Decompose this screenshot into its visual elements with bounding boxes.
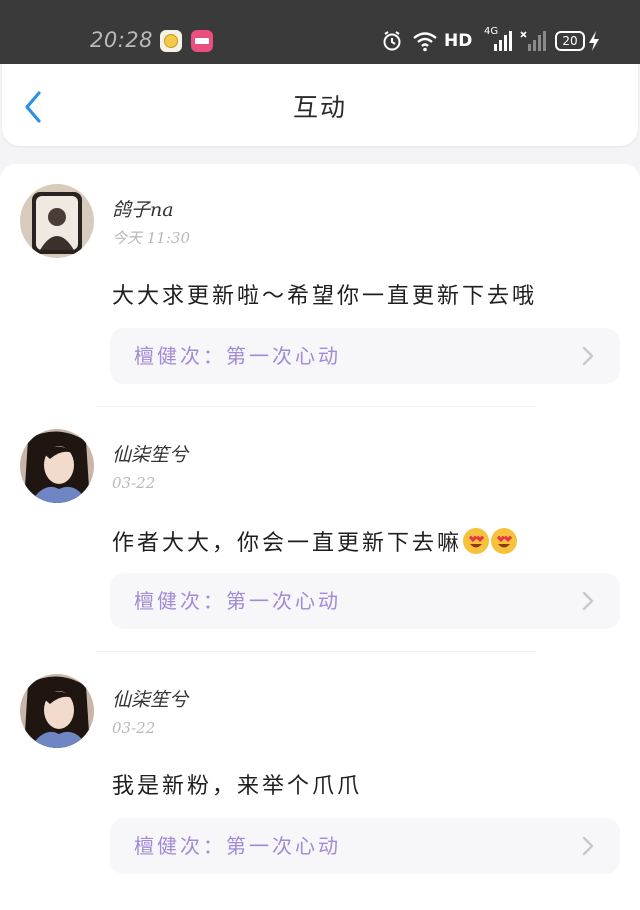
comment-time: 03-22: [112, 474, 156, 492]
cat-app-icon: [160, 30, 182, 52]
work-link-card[interactable]: 檀健次：第一次心动: [110, 573, 620, 629]
network-hd-label: HD: [444, 31, 473, 51]
signal-icon: [520, 30, 546, 52]
chevron-right-icon: [582, 346, 594, 366]
heart-eyes-emoji-icon: [491, 528, 518, 554]
comment-item: 鸽子na 今天 11:30 大大求更新啦～希望你一直更新下去哦 檀健次：第一次心…: [0, 164, 640, 409]
avatar[interactable]: [20, 674, 94, 748]
comment-text-content: 我是新粉，来举个爪爪: [112, 774, 363, 799]
status-time: 20:28: [90, 28, 154, 52]
comment-text-content: 作者大大，你会一直更新下去嘛: [112, 531, 463, 556]
battery-icon: 20: [555, 31, 585, 51]
comment-username[interactable]: 仙柒笙兮: [112, 688, 188, 712]
work-title: 檀健次：第一次心动: [134, 344, 341, 368]
work-title: 檀健次：第一次心动: [134, 834, 341, 858]
bilibili-app-icon: [191, 30, 213, 52]
comment-time: 今天 11:30: [112, 229, 190, 247]
comment-text: 我是新粉，来举个爪爪: [112, 772, 362, 802]
top-navigation-bar: 互动: [2, 64, 638, 146]
comment-item: 仙柒笙兮 03-22 我是新粉，来举个爪爪 檀健次：第一次心动: [0, 654, 640, 899]
comment-item: 仙柒笙兮 03-22 作者大大，你会一直更新下去嘛 檀健次：第一次心动: [0, 409, 640, 654]
work-title: 檀健次：第一次心动: [134, 589, 341, 613]
divider: [96, 406, 536, 407]
comment-username[interactable]: 鸽子na: [112, 198, 174, 222]
avatar[interactable]: [20, 429, 94, 503]
signal-icon: 4G: [484, 26, 512, 52]
comment-text-content: 大大求更新啦～希望你一直更新下去哦: [112, 284, 538, 309]
comment-text: 大大求更新啦～希望你一直更新下去哦: [112, 282, 537, 312]
comment-time: 03-22: [112, 719, 156, 737]
chevron-right-icon: [582, 836, 594, 856]
chevron-right-icon: [582, 591, 594, 611]
divider: [96, 651, 536, 652]
alarm-icon: [382, 30, 402, 52]
comment-username[interactable]: 仙柒笙兮: [112, 443, 188, 467]
page-title: 互动: [292, 93, 347, 122]
work-link-card[interactable]: 檀健次：第一次心动: [110, 818, 620, 874]
network-type-label: 4G: [484, 26, 499, 37]
status-bar: 20:28 HD 4G 20: [0, 0, 640, 64]
avatar[interactable]: [20, 184, 94, 258]
charging-icon: [588, 30, 600, 52]
comment-text: 作者大大，你会一直更新下去嘛: [112, 527, 518, 559]
heart-eyes-emoji-icon: [463, 528, 490, 554]
work-link-card[interactable]: 檀健次：第一次心动: [110, 328, 620, 384]
wifi-icon: [412, 30, 438, 52]
comment-feed: 鸽子na 今天 11:30 大大求更新啦～希望你一直更新下去哦 檀健次：第一次心…: [0, 164, 640, 910]
